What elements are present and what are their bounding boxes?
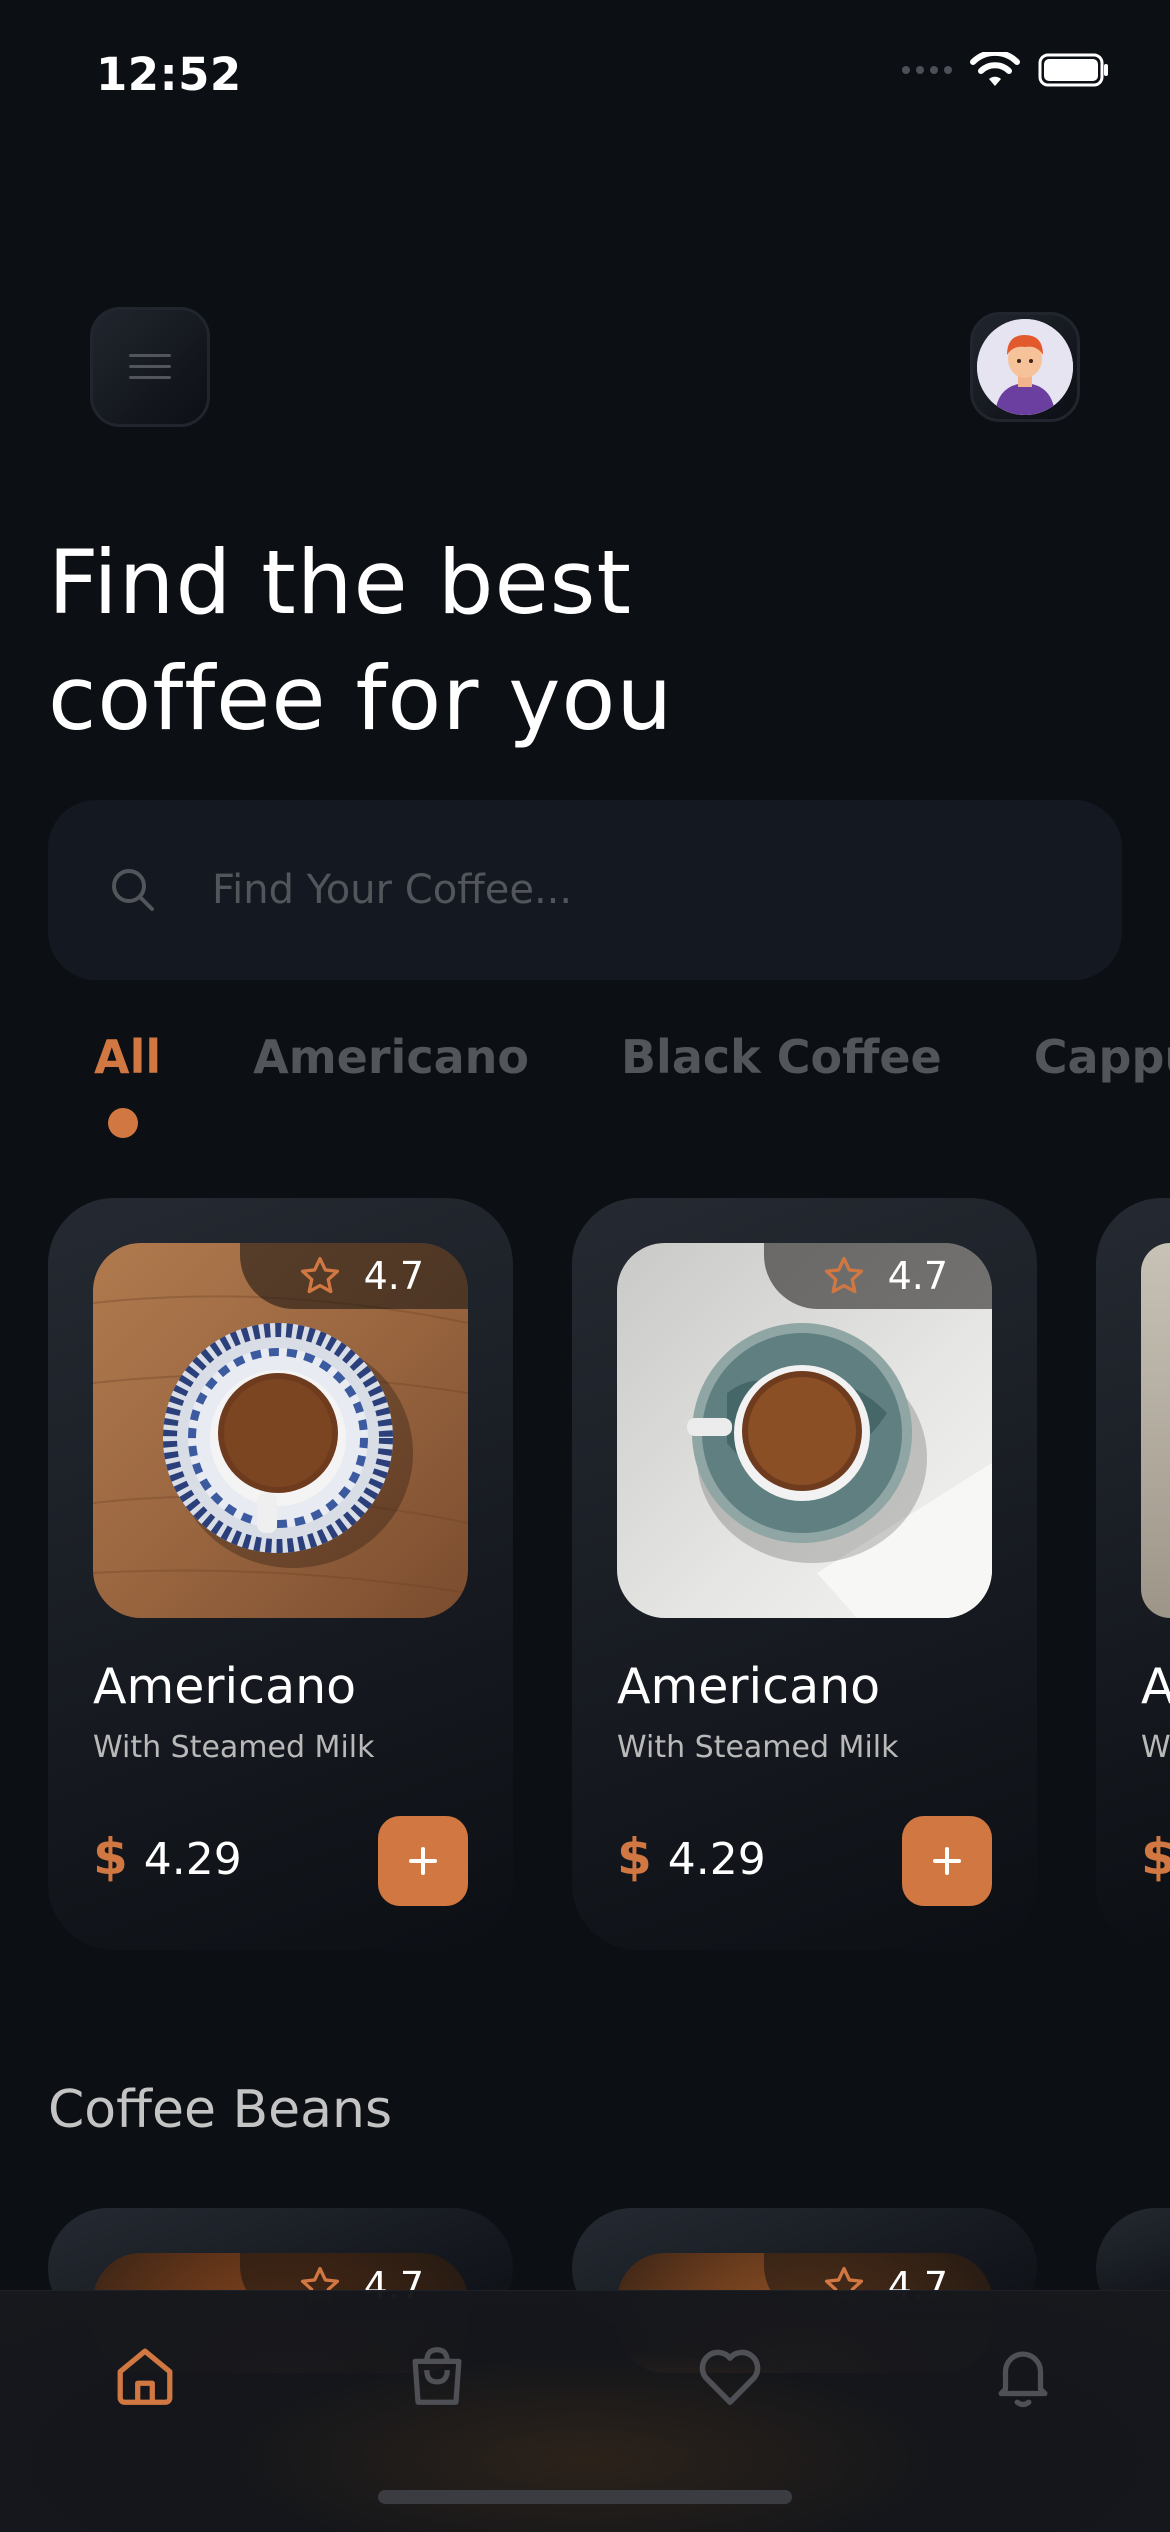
price-currency: $ — [1141, 1828, 1170, 1886]
plus-icon — [933, 1847, 961, 1875]
coffee-card[interactable]: 4.7 Americano With Steamed Milk $ 4.29 — [572, 1198, 1037, 1950]
user-avatar-image — [977, 319, 1073, 415]
price-value: 4.29 — [143, 1834, 242, 1885]
rating-badge: 4.7 — [240, 1243, 468, 1309]
heart-icon — [699, 2349, 761, 2405]
tab-black-coffee[interactable]: Black Coffee — [621, 1030, 942, 1084]
status-time: 12:52 — [96, 48, 242, 101]
tab-all[interactable]: All — [94, 1030, 161, 1084]
rating-badge: 4.7 — [764, 1243, 992, 1309]
search-bar — [48, 800, 1122, 980]
coffee-image: 4.7 — [93, 1243, 468, 1618]
search-icon[interactable] — [110, 867, 156, 913]
page-title-line-1: Find the best — [48, 531, 633, 634]
coffee-subtitle: With Steamed Milk — [1141, 1730, 1170, 1765]
tab-cappuccino[interactable]: Cappuccino — [1034, 1030, 1170, 1084]
coffee-image: 4.7 — [617, 1243, 992, 1618]
price-currency: $ — [617, 1828, 652, 1886]
status-icons — [902, 52, 1110, 88]
coffee-image — [1141, 1243, 1170, 1618]
price-value: 4.29 — [667, 1834, 766, 1885]
home-icon — [117, 2348, 173, 2405]
active-tab-indicator — [108, 1108, 138, 1138]
coffee-card[interactable]: 4.7 Americano With Steamed Milk $ 4.29 — [48, 1198, 513, 1950]
add-to-cart-button[interactable] — [902, 1816, 992, 1906]
page-title-line-2: coffee for you — [48, 647, 674, 750]
coffee-name: Americano — [1141, 1658, 1170, 1715]
coffee-home-screen: 12:52 Find the best coffee for you Find … — [0, 0, 1170, 2532]
coffee-subtitle: With Steamed Milk — [93, 1730, 375, 1765]
nav-cart[interactable] — [392, 2331, 482, 2421]
coffee-subtitle: With Steamed Milk — [617, 1730, 899, 1765]
coffee-name: Americano — [617, 1658, 881, 1715]
price: $ 4.29 — [617, 1828, 766, 1886]
coffee-name: Americano — [93, 1658, 357, 1715]
coffee-card[interactable]: Americano With Steamed Milk $ — [1096, 1198, 1170, 1950]
star-icon — [824, 1256, 863, 1294]
cellular-signal-icon — [902, 66, 952, 74]
home-indicator[interactable] — [378, 2490, 792, 2504]
rating-value: 4.7 — [363, 1254, 424, 1298]
bag-icon — [412, 2347, 462, 2405]
category-tabs: All Americano Black Coffee Cappuccino — [94, 1030, 1170, 1084]
star-icon — [300, 1256, 339, 1294]
menu-button[interactable] — [90, 307, 210, 427]
tab-americano[interactable]: Americano — [253, 1030, 529, 1084]
search-input[interactable] — [212, 867, 1012, 913]
price: $ 4.29 — [93, 1828, 242, 1886]
page-title: Find the best coffee for you — [48, 525, 848, 757]
wifi-icon — [970, 52, 1020, 86]
nav-notifications[interactable] — [978, 2331, 1068, 2421]
battery-icon — [1038, 53, 1108, 87]
nav-home[interactable] — [100, 2331, 190, 2421]
hamburger-icon — [129, 354, 171, 379]
avatar[interactable] — [970, 312, 1080, 422]
plus-icon — [409, 1847, 437, 1875]
price: $ — [1141, 1828, 1170, 1886]
rating-value: 4.7 — [887, 1254, 948, 1298]
nav-favorites[interactable] — [685, 2331, 775, 2421]
bell-icon — [998, 2351, 1048, 2408]
price-currency: $ — [93, 1828, 128, 1886]
section-title-coffee-beans: Coffee Beans — [48, 2080, 393, 2140]
add-to-cart-button[interactable] — [378, 1816, 468, 1906]
